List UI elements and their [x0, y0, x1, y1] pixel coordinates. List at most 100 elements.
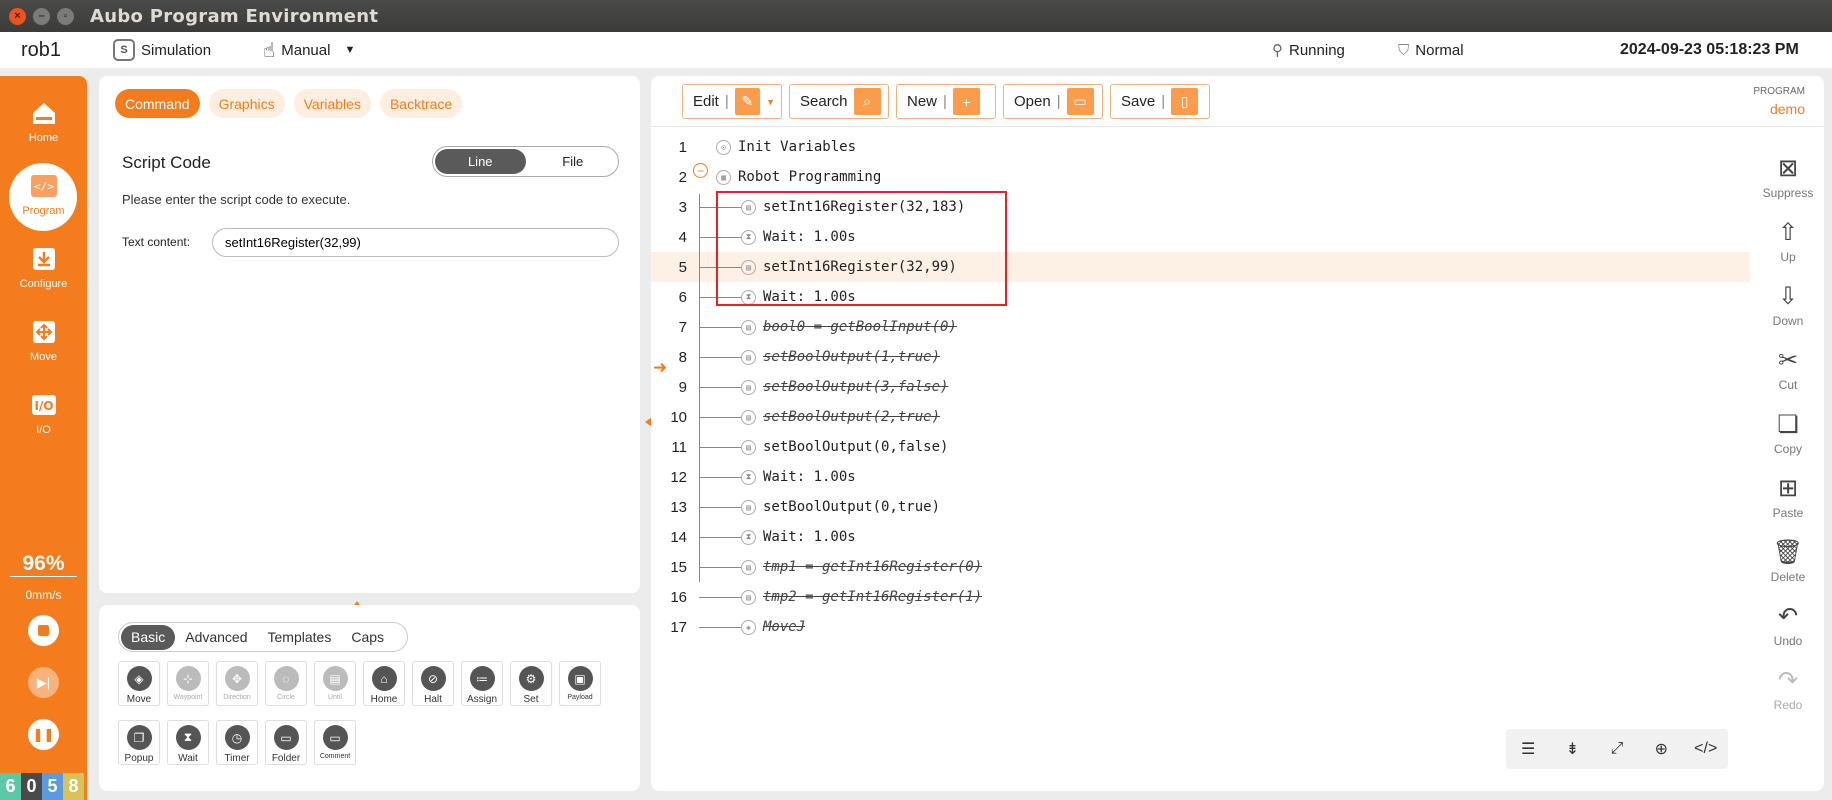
program-line[interactable]: 17 ◈ MoveJ: [651, 612, 1751, 642]
text-content-input[interactable]: [212, 228, 619, 257]
program-line[interactable]: 1 ⊙ Init Variables: [651, 132, 1751, 162]
program-line[interactable]: 16 ▤ tmp2 = getInt16Register(1): [651, 582, 1751, 612]
tab-advanced[interactable]: Advanced: [175, 625, 257, 650]
suppress-button[interactable]: ⊠ Suppress: [1752, 154, 1824, 201]
nav-configure-label: Configure: [19, 278, 68, 290]
action-label: Down: [1772, 314, 1804, 328]
code-view-icon[interactable]: </>: [1692, 735, 1720, 763]
speed-percent[interactable]: 96%: [0, 552, 87, 576]
move-icon: [29, 317, 59, 347]
cut-icon: ✂: [1777, 346, 1799, 374]
tab-basic[interactable]: Basic: [121, 624, 176, 650]
chevron-down-icon: ▼: [344, 44, 356, 56]
program-line[interactable]: 10 ▤ setBoolOutput(2,true): [651, 402, 1751, 432]
command-timer-button[interactable]: ◷ Timer: [216, 720, 258, 765]
nav-move[interactable]: Move: [0, 317, 87, 363]
action-label: Delete: [1770, 570, 1806, 584]
command-direction-button[interactable]: ✥ Direction: [216, 661, 258, 706]
program-line[interactable]: 8 ▤ setBoolOutput(1,true): [651, 342, 1751, 372]
program-line[interactable]: 2 ▦ Robot Programming: [651, 162, 1751, 192]
tab-caps[interactable]: Caps: [341, 625, 394, 650]
direction-icon: ✥: [224, 666, 250, 691]
step-button[interactable]: ▶|: [28, 667, 59, 698]
command-payload-button[interactable]: ▣ Payload: [559, 661, 601, 706]
tab-backtrace[interactable]: Backtrace: [379, 89, 463, 118]
toggle-file[interactable]: File: [528, 147, 619, 176]
tab-command[interactable]: Command: [115, 89, 200, 118]
nav-io[interactable]: I/O I/O: [0, 390, 87, 436]
stop-button[interactable]: [28, 615, 59, 646]
command-folder-button[interactable]: ▭ Folder: [265, 720, 307, 765]
line-text: Wait: 1.00s: [763, 529, 856, 545]
fullscreen-icon[interactable]: ⤢: [1603, 735, 1631, 763]
line-number: 9: [678, 378, 687, 396]
down-button[interactable]: ⇩ Down: [1752, 282, 1824, 329]
program-line[interactable]: 12 ⧗ Wait: 1.00s: [651, 462, 1751, 492]
command-waypoint-button[interactable]: ⊹ Waypoint: [167, 661, 209, 706]
command-label: Timer: [224, 753, 250, 764]
minimize-window-button[interactable]: –: [33, 7, 50, 25]
toggle-line[interactable]: Line: [435, 149, 526, 174]
nav-move-label: Move: [30, 351, 57, 363]
digit: 0: [21, 773, 42, 800]
tcp-speed: 0mm/s: [25, 588, 62, 602]
redo-button[interactable]: ↷ Redo: [1752, 666, 1824, 713]
tab-graphics[interactable]: Graphics: [208, 89, 285, 118]
copy-button[interactable]: ❏ Copy: [1752, 410, 1824, 457]
search-button[interactable]: Search ⌕: [789, 84, 889, 119]
program-line[interactable]: 14 ⧗ Wait: 1.00s: [651, 522, 1751, 552]
command-wait-button[interactable]: ⧗ Wait: [167, 720, 209, 765]
command-comment-button[interactable]: ▭ Comment: [314, 720, 356, 765]
delete-button[interactable]: 🗑 Delete: [1752, 538, 1824, 585]
tab-variables[interactable]: Variables: [293, 89, 371, 118]
command-circle-button[interactable]: ◌ Circle: [265, 661, 307, 706]
maximize-window-button[interactable]: ▫: [57, 7, 74, 25]
program-line[interactable]: 9 ▤ setBoolOutput(3,false): [651, 372, 1751, 402]
command-label: Circle: [277, 694, 295, 701]
program-label: PROGRAM: [1753, 86, 1805, 97]
new-button[interactable]: New | +: [896, 84, 996, 119]
set-icon: ⚙: [518, 666, 544, 691]
command-set-button[interactable]: ⚙ Set: [510, 661, 552, 706]
program-line[interactable]: 7 ▤ bool0 = getBoolInput(0): [651, 312, 1751, 342]
status-digits: 6 0 5 8: [0, 773, 84, 800]
command-home-button[interactable]: ⌂ Home: [363, 661, 405, 706]
nav-configure[interactable]: Configure: [0, 244, 87, 290]
svg-text:I/O: I/O: [34, 399, 53, 413]
collapse-icon[interactable]: −: [693, 163, 708, 178]
new-file-icon: +: [952, 88, 980, 115]
command-label: Move: [126, 694, 152, 705]
line-number: 8: [678, 348, 687, 366]
simulation-status[interactable]: S Simulation: [113, 39, 211, 61]
command-assign-button[interactable]: ≔ Assign: [461, 661, 503, 706]
command-popup-button[interactable]: ❐ Popup: [118, 720, 160, 765]
undo-button[interactable]: ↶ Undo: [1752, 602, 1824, 649]
command-halt-button[interactable]: ⊘ Halt: [412, 661, 454, 706]
mode-dropdown[interactable]: ☝ Manual ▼: [263, 38, 355, 63]
nav-home[interactable]: Home: [0, 98, 87, 144]
cut-button[interactable]: ✂ Cut: [1752, 346, 1824, 393]
command-until-button[interactable]: ▤ Until: [314, 661, 356, 706]
script-icon: ▤: [741, 589, 756, 605]
collapse-all-icon[interactable]: ⇟: [1559, 735, 1587, 763]
save-button[interactable]: Save | ▯: [1110, 84, 1210, 119]
robot-arm-icon: ⚲: [1272, 42, 1283, 59]
program-line[interactable]: 11 ▤ setBoolOutput(0,false): [651, 432, 1751, 462]
search-label: Search: [800, 93, 848, 110]
nav-program[interactable]: </> Program: [0, 163, 87, 231]
paste-button[interactable]: ⊞ Paste: [1752, 474, 1824, 521]
digit: 6: [0, 773, 21, 800]
pause-button[interactable]: ❚❚: [28, 719, 59, 750]
tab-templates[interactable]: Templates: [258, 625, 342, 650]
close-window-button[interactable]: ×: [9, 7, 26, 25]
program-line[interactable]: 15 ▤ tmp1 = getInt16Register(0): [651, 552, 1751, 582]
command-move-button[interactable]: ◈ Move: [118, 661, 160, 706]
line-text: setBoolOutput(1,true): [763, 349, 941, 365]
edit-button[interactable]: Edit | ✎ ▼: [682, 84, 782, 119]
line-file-toggle[interactable]: Line File: [432, 146, 619, 177]
up-button[interactable]: ⇧ Up: [1752, 218, 1824, 265]
open-button[interactable]: Open | ▭: [1003, 84, 1103, 119]
locate-icon[interactable]: ⊕: [1647, 735, 1675, 763]
expand-lines-icon[interactable]: ☰: [1514, 735, 1542, 763]
program-line[interactable]: 13 ▤ setBoolOutput(0,true): [651, 492, 1751, 522]
